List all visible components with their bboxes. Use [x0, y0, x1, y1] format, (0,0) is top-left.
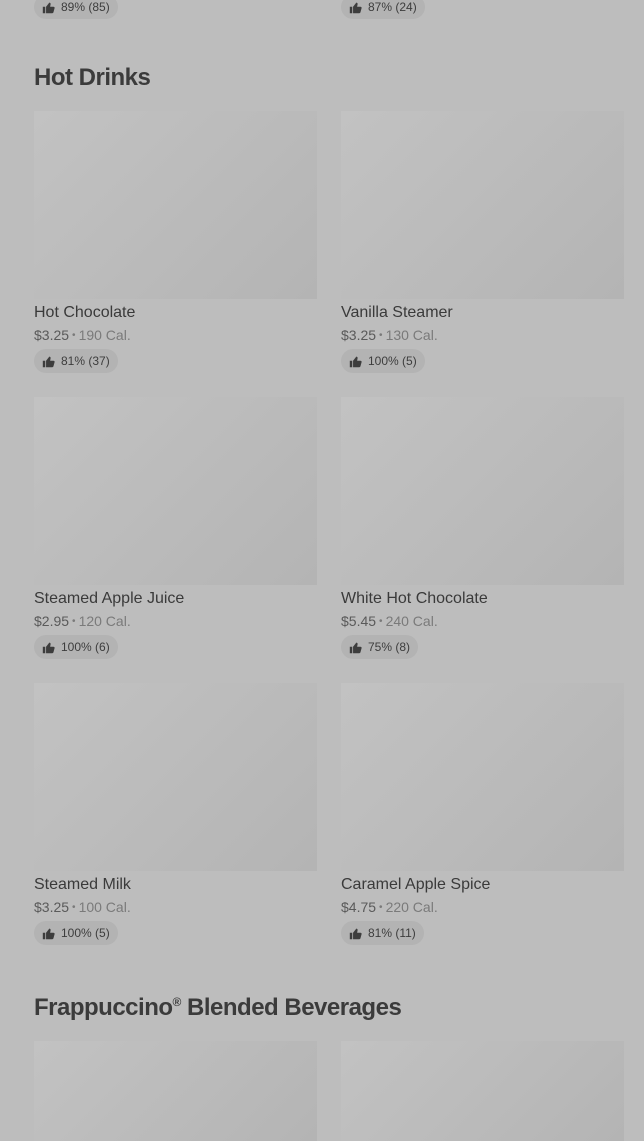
item-price: $5.45	[341, 613, 377, 629]
item-name: White Hot Chocolate	[341, 590, 488, 607]
item-meta: $5.45 • 240 Cal.	[341, 613, 624, 630]
item-name: Steamed Milk	[34, 876, 131, 893]
frappuccino-grid	[34, 1041, 624, 1141]
item-calories: 220 Cal.	[385, 899, 438, 915]
menu-item-card[interactable]: Caramel Apple Spice $4.75 • 220 Cal. 81% (…	[341, 683, 624, 945]
item-meta: $2.95 • 120 Cal.	[34, 613, 317, 630]
item-name: Hot Chocolate	[34, 304, 136, 321]
thumbs-up-icon	[349, 642, 362, 653]
hot-drinks-grid: Hot Chocolate $3.25 • 190 Cal. 81% (37) Va…	[34, 111, 624, 945]
rating-badge: 100% (6)	[34, 635, 118, 659]
item-image[interactable]	[34, 111, 317, 299]
separator: •	[72, 902, 76, 913]
item-calories: 190 Cal.	[78, 327, 131, 343]
menu-item-card[interactable]: Vanilla Steamer $3.25 • 130 Cal. 100% (5)	[341, 111, 624, 373]
menu-item-card[interactable]: White Hot Chocolate $5.45 • 240 Cal. 75% (…	[341, 397, 624, 659]
item-image[interactable]	[34, 683, 317, 871]
item-image[interactable]	[341, 1041, 624, 1141]
item-name: Steamed Apple Juice	[34, 590, 185, 607]
section-title-frappuccino: Frappuccino® Blended Beverages	[34, 994, 402, 1021]
item-calories: 130 Cal.	[385, 327, 438, 343]
item-meta: $4.75 • 220 Cal.	[341, 899, 624, 916]
item-meta: $3.25 • 100 Cal.	[34, 899, 317, 916]
item-image[interactable]	[341, 683, 624, 871]
rating-badge: 100% (5)	[341, 349, 425, 373]
rating-badge: 75% (8)	[341, 635, 419, 659]
item-price: $2.95	[34, 613, 70, 629]
separator: •	[379, 902, 383, 913]
rating-badge: 89% (85)	[34, 0, 118, 19]
thumbs-up-icon	[349, 2, 362, 13]
separator: •	[379, 616, 383, 627]
thumbs-up-icon	[42, 356, 55, 367]
separator: •	[72, 616, 76, 627]
thumbs-up-icon	[42, 928, 55, 939]
rating-badge: 87% (24)	[341, 0, 425, 19]
rating-badge: 81% (37)	[34, 349, 118, 373]
thumbs-up-icon	[349, 928, 362, 939]
menu-item-card[interactable]: Hot Chocolate $3.25 • 190 Cal. 81% (37)	[34, 111, 317, 373]
item-image[interactable]	[34, 1041, 317, 1141]
separator: •	[379, 330, 383, 341]
menu-item-card[interactable]: Steamed Milk $3.25 • 100 Cal. 100% (5)	[34, 683, 317, 945]
item-meta: $3.25 • 190 Cal.	[34, 327, 317, 344]
thumbs-up-icon	[42, 2, 55, 13]
rating-badge: 81% (11)	[341, 921, 424, 945]
separator: •	[72, 330, 76, 341]
item-calories: 120 Cal.	[78, 613, 131, 629]
item-image[interactable]	[34, 397, 317, 585]
section-title-hot-drinks: Hot Drinks	[34, 64, 151, 91]
rating-badge: 100% (5)	[34, 921, 118, 945]
thumbs-up-icon	[349, 356, 362, 367]
item-calories: 100 Cal.	[78, 899, 131, 915]
item-price: $3.25	[34, 327, 70, 343]
item-image[interactable]	[341, 397, 624, 585]
item-price: $4.75	[341, 899, 377, 915]
item-image[interactable]	[341, 111, 624, 299]
item-name: Caramel Apple Spice	[341, 876, 491, 893]
thumbs-up-icon	[42, 642, 55, 653]
item-price: $3.25	[34, 899, 70, 915]
menu-item-card[interactable]: Steamed Apple Juice $2.95 • 120 Cal. 100% …	[34, 397, 317, 659]
item-name: Vanilla Steamer	[341, 304, 453, 321]
item-calories: 240 Cal.	[385, 613, 438, 629]
previous-section-ratings: 89% (85) 87% (24)	[34, 0, 624, 19]
item-meta: $3.25 • 130 Cal.	[341, 327, 624, 344]
item-price: $3.25	[341, 327, 377, 343]
